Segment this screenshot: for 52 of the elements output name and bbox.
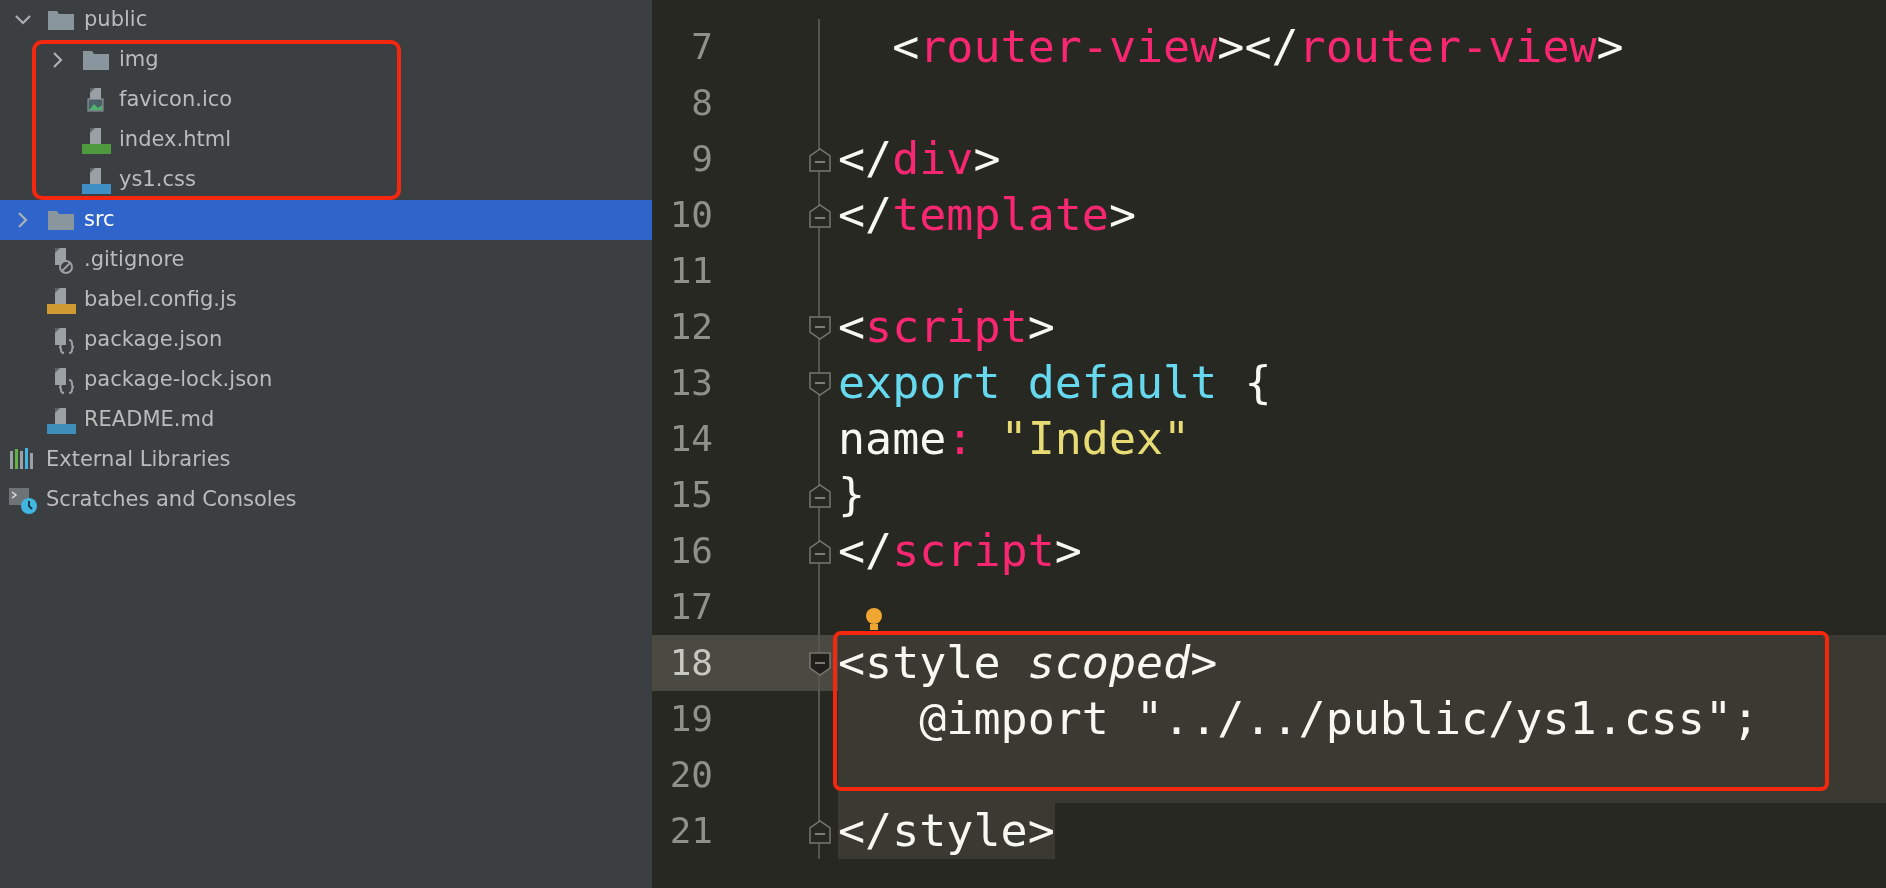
line-number: 9 bbox=[690, 137, 713, 181]
tree-item[interactable]: Scratches and Consoles bbox=[0, 480, 652, 520]
tree-item[interactable]: External Libraries bbox=[0, 440, 652, 480]
fold-marker-icon[interactable] bbox=[808, 483, 832, 509]
code-line: @import "../../public/ys1.css"; bbox=[918, 691, 1760, 747]
line-number: 21 bbox=[668, 809, 713, 853]
line-number: 17 bbox=[668, 585, 713, 629]
html-file-icon bbox=[81, 125, 111, 155]
tree-item[interactable]: img bbox=[0, 40, 652, 80]
lightbulb-icon[interactable] bbox=[864, 607, 884, 633]
fold-marker-icon[interactable] bbox=[808, 147, 832, 173]
line-number: 11 bbox=[668, 249, 713, 293]
line-number: 12 bbox=[668, 305, 713, 349]
line-number: 13 bbox=[668, 361, 713, 405]
line-number: 19 bbox=[668, 697, 713, 741]
code-line: </script> bbox=[838, 523, 1082, 579]
code-line: </div> bbox=[838, 131, 1001, 187]
line-number: 18 bbox=[668, 641, 713, 685]
code-line: } bbox=[838, 467, 866, 523]
markdown-file-icon bbox=[46, 405, 76, 435]
code-line: <script> bbox=[838, 299, 1055, 355]
fold-marker-icon[interactable] bbox=[808, 539, 832, 565]
fold-marker-icon[interactable] bbox=[808, 819, 832, 845]
line-number: 8 bbox=[690, 81, 713, 125]
tree-item[interactable]: public bbox=[0, 0, 652, 40]
line-number: 10 bbox=[668, 193, 713, 237]
code-line: export default { bbox=[838, 355, 1272, 411]
line-number: 20 bbox=[668, 753, 713, 797]
code-line: <style scoped> bbox=[838, 635, 1218, 691]
line-number: 7 bbox=[690, 25, 713, 69]
tree-item[interactable]: src bbox=[0, 200, 652, 240]
fold-marker-icon[interactable] bbox=[808, 371, 832, 397]
code-line: </template> bbox=[838, 187, 1137, 243]
tree-item[interactable]: ys1.css bbox=[0, 160, 652, 200]
fold-marker-icon[interactable] bbox=[808, 203, 832, 229]
code-line: <router-view></router-view> bbox=[891, 19, 1624, 75]
line-number: 14 bbox=[668, 417, 713, 461]
js-file-icon bbox=[46, 285, 76, 315]
scratches-icon bbox=[8, 485, 38, 515]
tree-item[interactable]: package-lock.json bbox=[0, 360, 652, 400]
tree-item[interactable]: babel.config.js bbox=[0, 280, 652, 320]
tree-item[interactable]: .gitignore bbox=[0, 240, 652, 280]
tree-item[interactable]: README.md bbox=[0, 400, 652, 440]
fold-marker-icon[interactable] bbox=[808, 651, 832, 677]
line-number: 16 bbox=[668, 529, 713, 573]
fold-marker-icon[interactable] bbox=[808, 315, 832, 341]
css-file-icon bbox=[81, 165, 111, 195]
tree-item[interactable]: package.json bbox=[0, 320, 652, 360]
code-line: name: "Index" bbox=[838, 411, 1191, 467]
line-number: 15 bbox=[668, 473, 713, 517]
tree-item[interactable]: index.html bbox=[0, 120, 652, 160]
tree-item[interactable]: favicon.ico bbox=[0, 80, 652, 120]
